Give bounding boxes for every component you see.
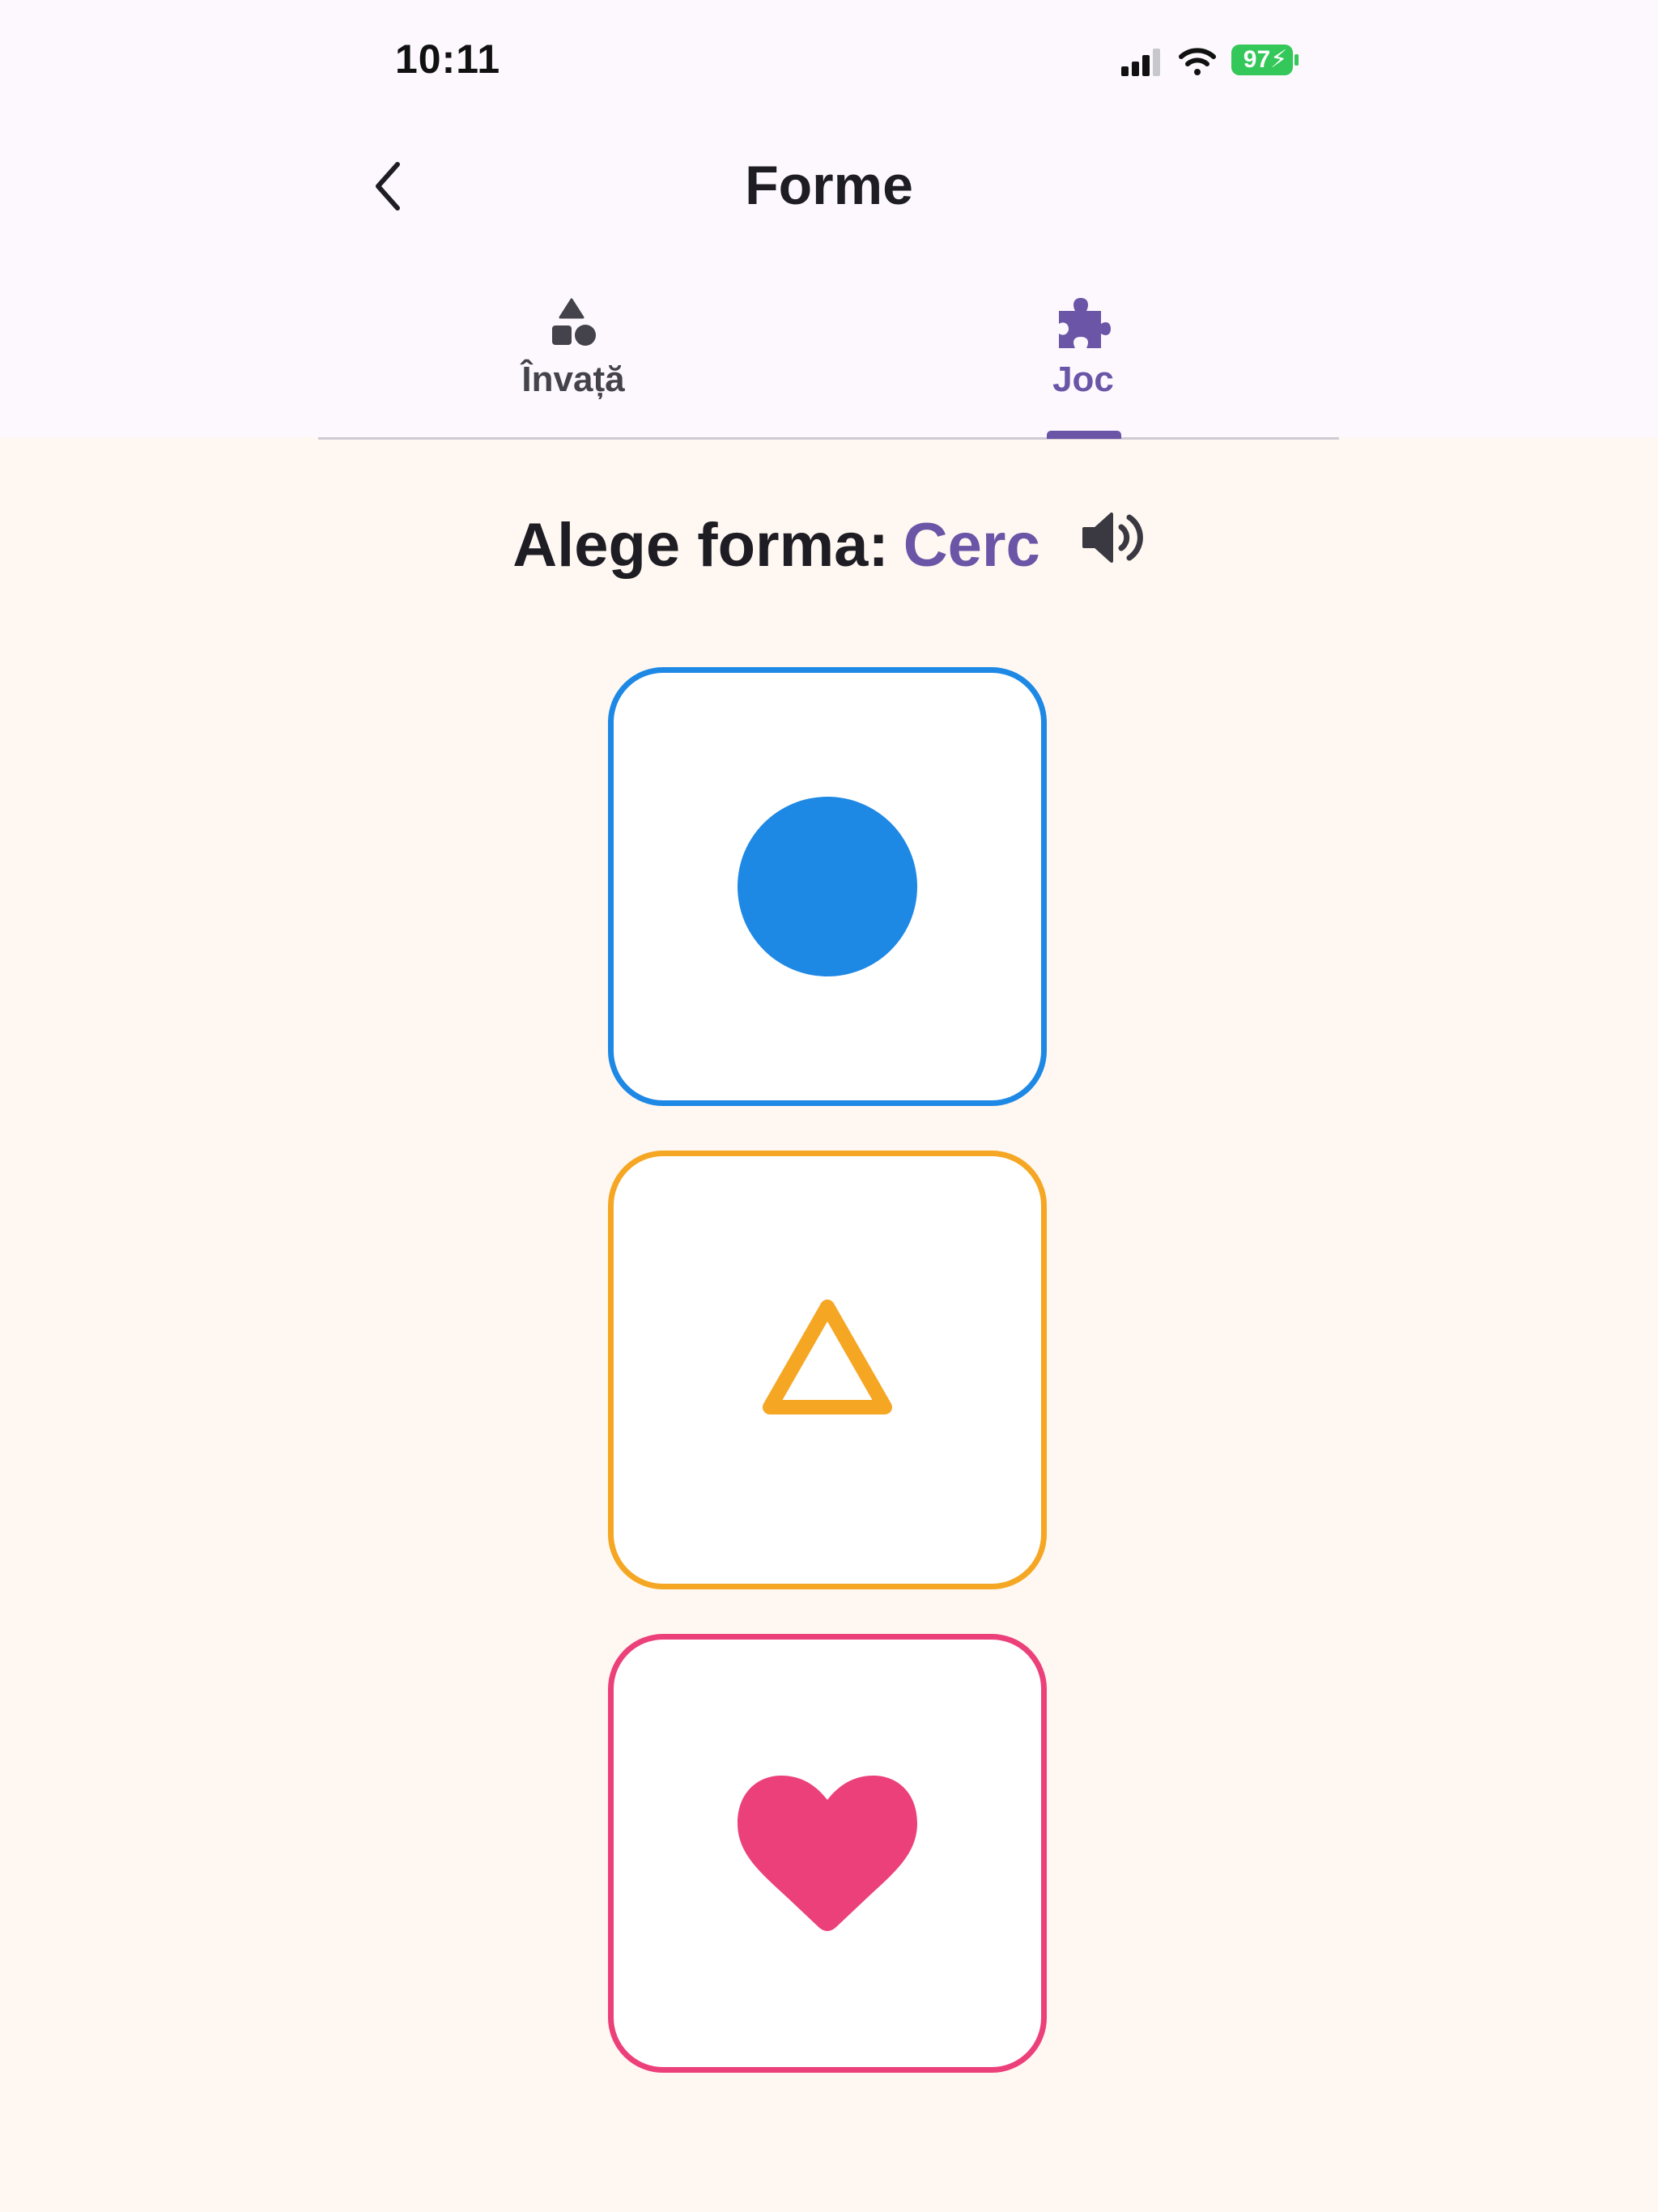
back-button[interactable] <box>356 154 421 219</box>
speaker-icon <box>1082 512 1143 563</box>
heart-shape-icon <box>738 1776 917 1931</box>
shapes-icon <box>547 291 599 356</box>
game-prompt: Alege forma: Cerc <box>0 510 1658 585</box>
choice-card-triangle[interactable] <box>608 1151 1047 1589</box>
tab-bar: Învață Joc <box>318 275 1339 440</box>
puzzle-icon <box>1054 291 1112 356</box>
speaker-button[interactable] <box>1081 509 1146 581</box>
cellular-signal-icon <box>1121 49 1160 76</box>
prompt-label: Alege forma: <box>512 511 889 580</box>
tab-game-label: Joc <box>1052 359 1114 399</box>
choice-card-circle[interactable] <box>608 667 1047 1106</box>
choice-card-heart[interactable] <box>608 1634 1047 2073</box>
triangle-shape-icon <box>763 1300 892 1414</box>
battery-level: 97⚡ <box>1243 46 1288 73</box>
target-shape-name: Cerc <box>903 511 1040 580</box>
tab-learn[interactable]: Învață <box>318 275 828 437</box>
tab-game[interactable]: Joc <box>828 275 1338 437</box>
circle-shape-icon <box>738 797 917 976</box>
tab-learn-label: Învață <box>521 359 625 399</box>
tab-divider <box>318 437 1339 440</box>
chevron-left-icon <box>376 162 400 211</box>
tab-selected-indicator <box>1047 431 1121 439</box>
status-time: 10:11 <box>395 36 501 82</box>
page-title: Forme <box>745 155 913 216</box>
wifi-icon <box>1179 48 1216 75</box>
